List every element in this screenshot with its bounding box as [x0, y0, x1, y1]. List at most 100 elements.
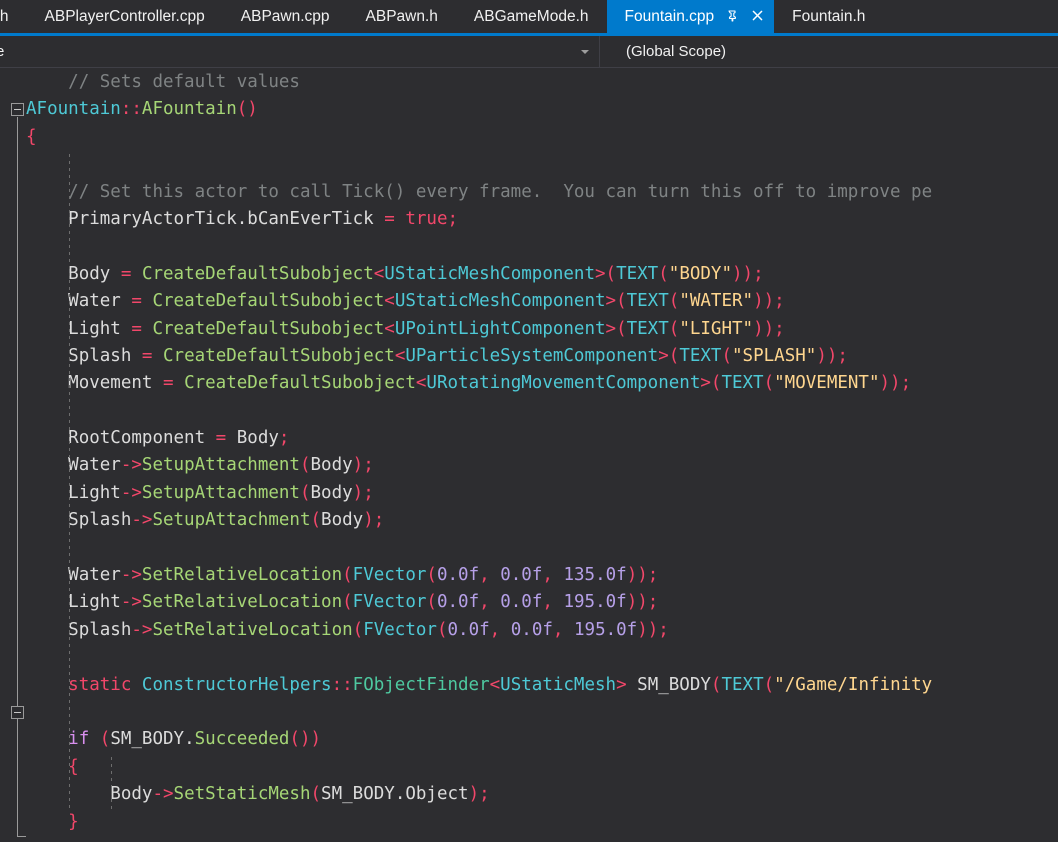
- code-token-str: "LIGHT": [679, 318, 754, 339]
- code-token-punc: ->: [131, 510, 153, 531]
- code-token-macro: TEXT: [616, 263, 659, 284]
- editor-tab-label: ABPawn.cpp: [240, 7, 330, 25]
- code-token-punc: );: [468, 784, 490, 805]
- editor-tab-fountain-h[interactable]: Fountain.h: [774, 0, 884, 33]
- code-line: Water = CreateDefaultSubobject<UStaticMe…: [26, 288, 932, 315]
- code-editor[interactable]: // Sets default values AFountain::AFounta…: [0, 68, 1058, 842]
- code-token-punc: ,: [479, 592, 490, 613]
- chevron-down-icon[interactable]: [581, 49, 589, 54]
- code-token-punc: ));: [626, 565, 659, 586]
- code-token-str: "MOVEMENT": [774, 373, 880, 394]
- member-scope-dropdown[interactable]: (Global Scope): [600, 36, 1058, 67]
- code-line: Splash->SetRelativeLocation(FVector(0.0f…: [26, 617, 932, 644]
- code-token-plain: PrimaryActorTick: [68, 208, 237, 229]
- code-token-macro: TEXT: [626, 318, 669, 339]
- editor-tab-abplayercontroller-cpp[interactable]: ABPlayerController.cpp: [26, 0, 223, 33]
- code-token-punc: =: [162, 373, 174, 394]
- code-token-plain: Movement: [68, 373, 163, 394]
- code-token-punc: ,: [479, 565, 490, 586]
- editor-tab-label: ABPlayerController.cpp: [44, 7, 205, 25]
- code-token-punc: );: [363, 510, 385, 531]
- close-icon[interactable]: [751, 9, 766, 24]
- code-line: Splash->SetupAttachment(Body);: [26, 507, 932, 534]
- code-token-punc: <: [415, 373, 427, 394]
- fold-toggle-icon[interactable]: [11, 103, 24, 117]
- code-line: Light->SetRelativeLocation(FVector(0.0f,…: [26, 589, 932, 616]
- code-token-punc: (: [668, 318, 680, 339]
- fold-scope-line: [17, 117, 18, 836]
- code-token-plain: Light: [68, 482, 121, 503]
- code-line: }: [26, 809, 932, 836]
- code-token-punc: (: [668, 291, 680, 312]
- code-token-plain: bCanEverTick: [247, 208, 385, 229]
- editor-tab-bar[interactable]: roller.h ABPlayerController.cpp ABPawn.cpp…: [0, 0, 1058, 33]
- code-folding-margin[interactable]: [0, 68, 26, 842]
- type-scope-dropdown-value: e: [0, 43, 5, 60]
- code-line: Movement = CreateDefaultSubobject<URotat…: [26, 370, 932, 397]
- code-token-num: 0.0f: [436, 592, 480, 613]
- code-line: {: [26, 124, 932, 151]
- code-token-punc: (: [426, 592, 437, 613]
- editor-tab-label: roller.h: [0, 7, 9, 25]
- code-token-plain: Body: [110, 784, 153, 805]
- code-token-punc: ));: [879, 373, 912, 394]
- code-line: Body = CreateDefaultSubobject<UStaticMes…: [26, 261, 932, 288]
- code-token-punc: );: [352, 482, 374, 503]
- editor-tab-abpawn-h[interactable]: ABPawn.h: [347, 0, 456, 33]
- code-text-area[interactable]: // Sets default values AFountain::AFounta…: [26, 69, 932, 836]
- type-scope-dropdown[interactable]: e: [0, 36, 600, 67]
- code-token-punc: >(: [595, 263, 617, 284]
- code-token-punc: (: [436, 619, 448, 640]
- code-token-punc: }: [68, 811, 79, 832]
- pin-icon[interactable]: [726, 9, 741, 24]
- fold-toggle-icon[interactable]: [11, 706, 24, 720]
- code-token-punc: ->: [131, 619, 153, 640]
- code-token-type: FVector: [352, 592, 427, 613]
- code-line: Water->SetRelativeLocation(FVector(0.0f,…: [26, 562, 932, 589]
- editor-tab-label: ABPawn.h: [365, 7, 438, 25]
- code-editor-surface[interactable]: // Sets default values AFountain::AFounta…: [0, 68, 1058, 842]
- code-token-punc: =: [120, 263, 132, 284]
- code-token-punc: ,: [542, 592, 553, 613]
- code-token-type: UStaticMesh: [500, 674, 617, 695]
- code-token-punc: <: [373, 263, 385, 284]
- editor-tab-roller-h[interactable]: roller.h: [0, 0, 27, 33]
- code-line: // Set this actor to call Tick() every f…: [26, 179, 932, 206]
- code-token-func: Succeeded: [194, 729, 290, 750]
- editor-tab-fountain-cpp[interactable]: Fountain.cpp: [606, 0, 775, 33]
- code-line: Water->SetupAttachment(Body);: [26, 452, 932, 479]
- editor-tab-abgamemode-h[interactable]: ABGameMode.h: [455, 0, 607, 33]
- editor-tab-abpawn-cpp[interactable]: ABPawn.cpp: [222, 0, 348, 33]
- code-token-punc: (: [658, 263, 669, 284]
- code-token-punc: =: [215, 428, 227, 449]
- code-token-type: UStaticMeshComponent: [384, 263, 595, 284]
- code-token-punc: =: [384, 208, 395, 229]
- code-token-str: "/Game/Infinity: [774, 674, 933, 695]
- code-token-punc: >(: [605, 291, 627, 312]
- code-token-type: UPointLightComponent: [394, 318, 606, 339]
- code-token-punc: ,: [552, 619, 564, 640]
- code-line: Body->SetStaticMesh(SM_BODY.Object);: [26, 781, 932, 808]
- code-token-punc: <: [384, 318, 395, 339]
- code-token-plain: SM_BODY: [110, 729, 185, 750]
- code-token-punc: ->: [152, 784, 174, 805]
- code-token-kw: static: [68, 674, 132, 695]
- code-token-plain: .: [184, 729, 195, 750]
- code-token-punc: ::: [120, 99, 142, 120]
- code-token-func: SetupAttachment: [141, 482, 300, 503]
- code-token-type: AFountain: [26, 99, 121, 120]
- code-token-num: 135.0f: [563, 565, 627, 586]
- code-token-punc: (: [310, 784, 322, 805]
- code-token-func: SetRelativeLocation: [152, 619, 353, 640]
- code-token-tmpl: FObjectFinder: [352, 674, 490, 695]
- navigation-bar: e (Global Scope): [0, 36, 1058, 68]
- code-token-punc: (: [299, 482, 311, 503]
